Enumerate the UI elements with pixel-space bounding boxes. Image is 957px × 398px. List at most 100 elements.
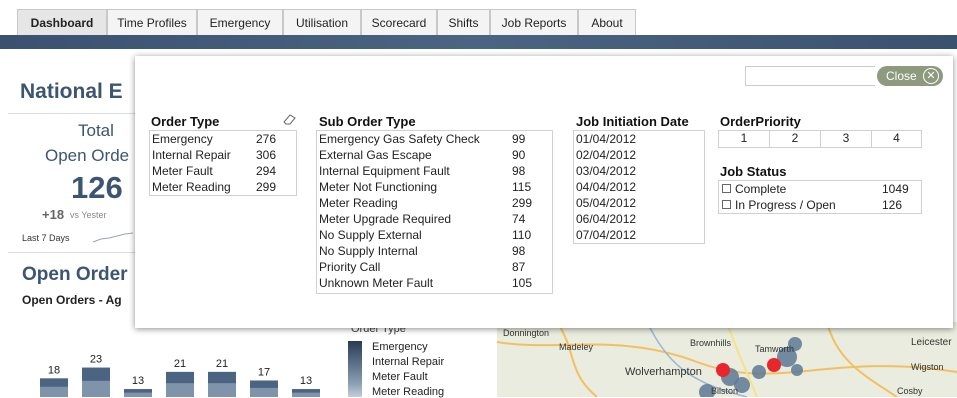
sub-order-type-item[interactable]: Meter Upgrade Required [319, 211, 451, 227]
map-label: Cosby [897, 386, 923, 396]
sub-order-type-item[interactable]: External Gas Escape [319, 147, 432, 163]
job-status-item[interactable]: Complete [722, 181, 786, 197]
order-priority-item[interactable]: 3 [821, 130, 872, 147]
sub-order-type-item[interactable]: Meter Reading [319, 195, 398, 211]
map[interactable]: Donnington Madeley Brownhills Tamworth W… [497, 322, 957, 397]
open-orders-count: 126 [71, 170, 123, 205]
job-status-title: Job Status [720, 164, 787, 179]
bar-segment [166, 383, 194, 397]
map-label: Tamworth [755, 344, 795, 354]
order-type-item[interactable]: Meter Reading [152, 179, 231, 195]
sub-order-type-count: 98 [512, 164, 526, 178]
search-input[interactable] [745, 66, 875, 86]
job-initiation-date-item[interactable]: 04/04/2012 [576, 179, 636, 195]
sub-order-type-item[interactable]: Meter Not Functioning [319, 179, 437, 195]
tab-emergency[interactable]: Emergency [197, 9, 283, 35]
sub-order-type-count: 98 [512, 244, 526, 258]
bar-label: 23 [90, 354, 102, 366]
job-status-item[interactable]: In Progress / Open [722, 197, 836, 213]
bar-label: 18 [48, 364, 60, 376]
sub-order-type-item[interactable]: No Supply External [319, 227, 422, 243]
job-initiation-date-item[interactable]: 03/04/2012 [576, 163, 636, 179]
sub-order-type-count: 110 [512, 228, 532, 242]
sub-order-type-item[interactable]: Priority Call [319, 259, 380, 275]
sub-order-type-title: Sub Order Type [319, 114, 416, 129]
legend-item: Emergency [372, 341, 428, 353]
job-initiation-date-item[interactable]: 02/04/2012 [576, 147, 636, 163]
bar-segment [250, 387, 278, 397]
tab-bar: Dashboard Time Profiles Emergency Utilis… [0, 0, 957, 36]
close-icon: ✕ [923, 68, 939, 84]
open-orders-heading: Open Order [22, 264, 128, 285]
tab-scorecard[interactable]: Scorecard [361, 9, 437, 35]
legend-item: Meter Reading [372, 386, 445, 398]
order-type-count: 294 [256, 164, 277, 178]
bar-label: 21 [216, 358, 228, 370]
order-type-count: 276 [256, 132, 277, 146]
map-label: Leicester [911, 337, 952, 348]
tab-shifts[interactable]: Shifts [437, 9, 490, 35]
job-status-label: In Progress / Open [735, 198, 836, 212]
delta-value: +18 [42, 207, 65, 222]
order-type-count: 306 [256, 148, 277, 162]
sub-order-type-count: 90 [512, 148, 526, 162]
job-initiation-date-item[interactable]: 01/04/2012 [576, 131, 636, 147]
map-label: Donnington [503, 328, 550, 338]
map-label: Wolverhampton [625, 366, 702, 378]
job-initiation-date-item[interactable]: 05/04/2012 [576, 195, 636, 211]
total-label: Total [78, 121, 114, 140]
order-type-item[interactable]: Emergency [152, 131, 213, 147]
open-orders-subheading: Open Orders - Ag [22, 293, 122, 307]
job-status-count: 126 [882, 198, 903, 212]
bar-segment [40, 386, 68, 397]
tab-time-profiles[interactable]: Time Profiles [107, 9, 197, 35]
tab-job-reports[interactable]: Job Reports [490, 9, 578, 35]
legend-color-scale [348, 341, 362, 397]
bar-segment [82, 380, 110, 397]
bar-segment [124, 392, 152, 397]
last-7-days-label: Last 7 Days [22, 233, 70, 243]
map-label: Madeley [559, 342, 594, 352]
sub-order-type-count: 105 [512, 276, 533, 290]
bar-label: 13 [300, 375, 312, 387]
sub-order-type-item[interactable]: Emergency Gas Safety Check [319, 131, 480, 147]
job-initiation-date-item[interactable]: 06/04/2012 [576, 211, 636, 227]
header-bar [0, 35, 957, 49]
bar-segment [208, 383, 236, 397]
job-status-count: 1049 [882, 182, 909, 196]
sub-order-type-item[interactable]: No Supply Internal [319, 243, 418, 259]
map-label: Bilston [711, 386, 739, 396]
tab-about[interactable]: About [578, 9, 636, 35]
close-button[interactable]: Close ✕ [877, 66, 943, 86]
open-orders-label: Open Orde [45, 146, 130, 165]
order-priority-item[interactable]: 2 [770, 130, 821, 147]
map-label: Brownhills [690, 338, 732, 348]
bar-label: 17 [258, 366, 270, 378]
legend-item: Meter Fault [372, 371, 428, 383]
job-initiation-date-item[interactable]: 07/04/2012 [576, 227, 636, 243]
job-status-label: Complete [735, 182, 787, 196]
order-type-count: 299 [256, 180, 277, 194]
legend-item: Internal Repair [372, 356, 445, 368]
bar-label: 21 [174, 358, 186, 370]
sub-order-type-count: 299 [512, 196, 533, 210]
tab-utilisation[interactable]: Utilisation [283, 9, 361, 35]
delta-caption: vs Yester [70, 210, 107, 220]
sub-order-type-count: 87 [512, 260, 526, 274]
sub-order-type-item[interactable]: Unknown Meter Fault [319, 275, 433, 291]
dashboard-title: National E [20, 80, 123, 103]
order-type-item[interactable]: Internal Repair [152, 147, 231, 163]
order-priority-item[interactable]: 1 [719, 130, 770, 147]
sparkline [93, 232, 133, 243]
bar-segment [292, 392, 320, 397]
sub-order-type-item[interactable]: Internal Equipment Fault [319, 163, 450, 179]
order-priority-item[interactable]: 4 [872, 130, 921, 147]
sub-order-type-count: 74 [512, 212, 526, 226]
order-type-item[interactable]: Meter Fault [152, 163, 213, 179]
tab-dashboard[interactable]: Dashboard [17, 9, 107, 35]
checkbox-icon[interactable] [722, 184, 731, 194]
open-orders-bar-chart: 18 23 13 21 21 17 13 [40, 354, 320, 397]
map-label: Wigston [911, 362, 944, 372]
eraser-icon[interactable] [283, 114, 296, 128]
checkbox-icon[interactable] [722, 200, 731, 210]
